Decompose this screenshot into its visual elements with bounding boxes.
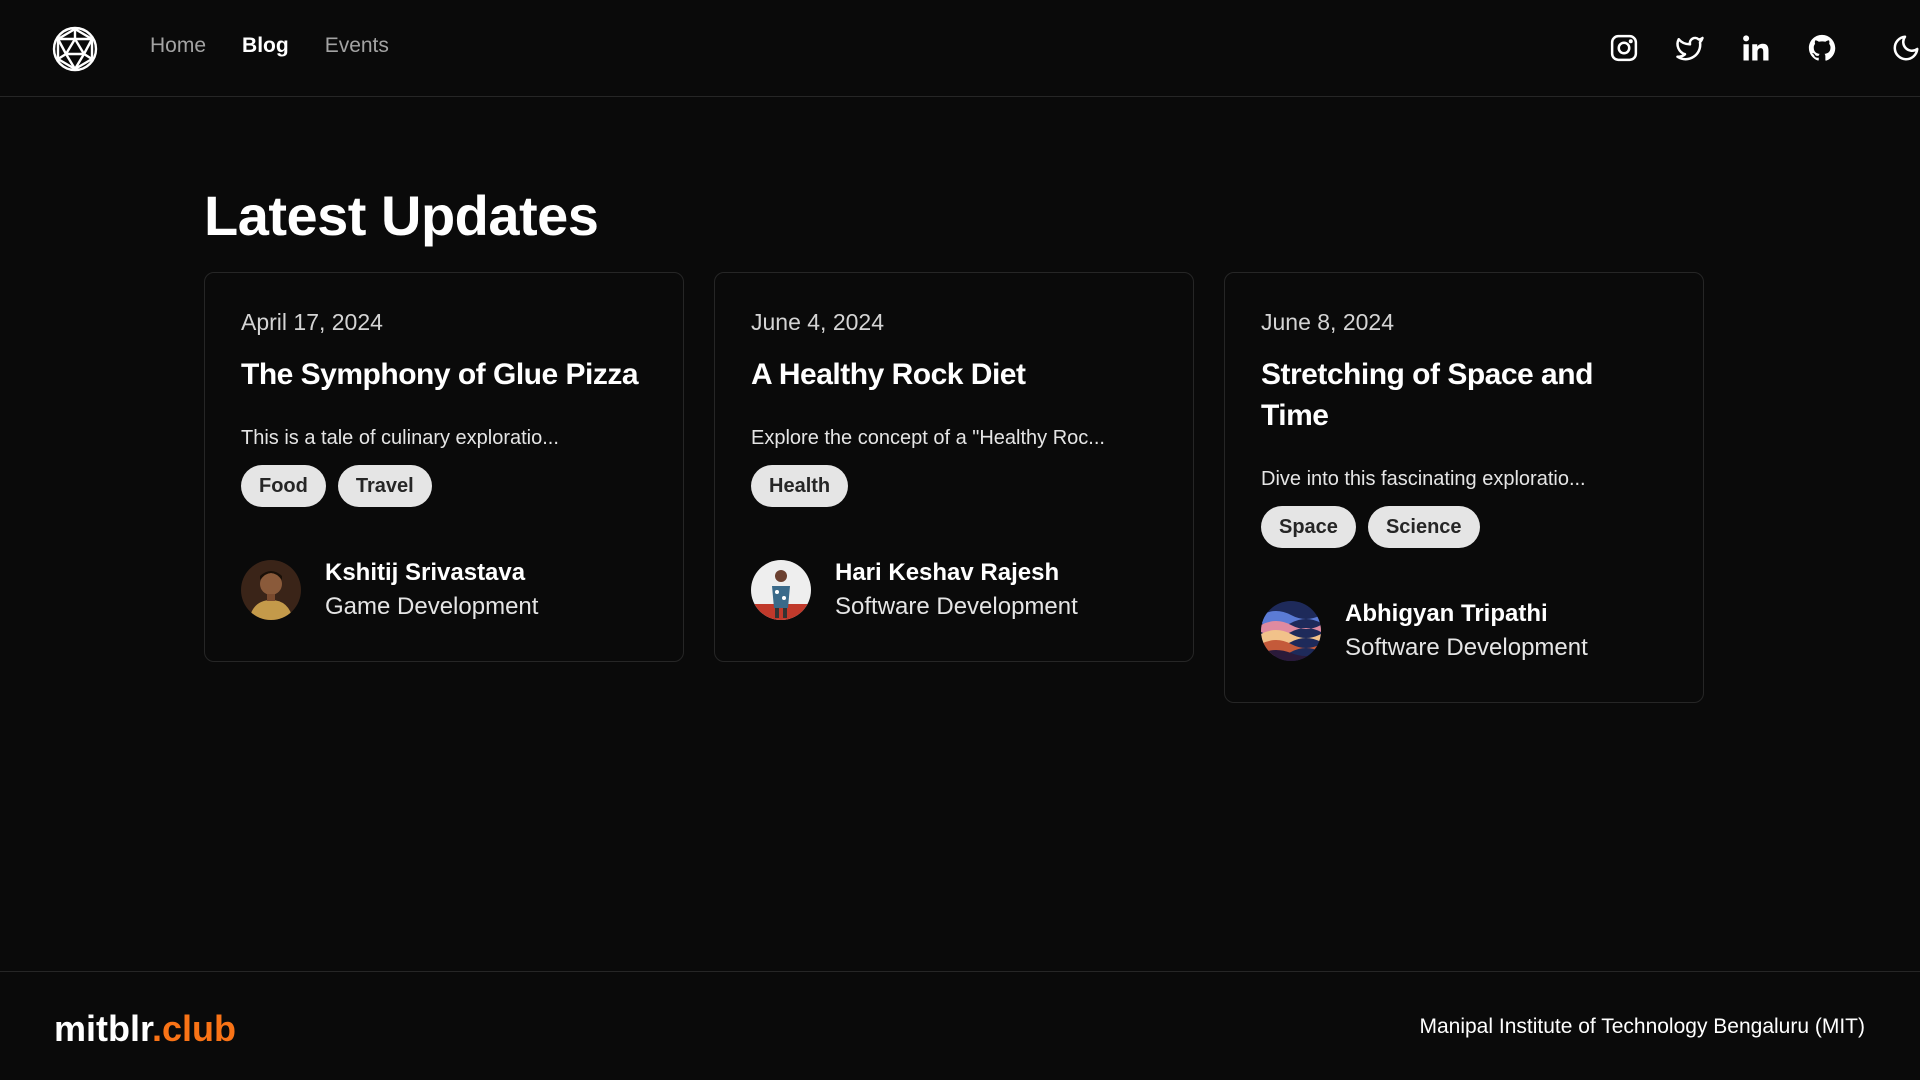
post-excerpt: This is a tale of culinary exploratio...: [241, 427, 559, 449]
author-role: Game Development: [325, 593, 539, 620]
tag-travel[interactable]: Travel: [337, 465, 432, 507]
site-footer: mitblr.club Manipal Institute of Technol…: [0, 971, 1920, 1080]
main-nav: Home Blog Events: [150, 34, 389, 58]
twitter-icon[interactable]: [1674, 32, 1706, 64]
post-author[interactable]: Abhigyan Tripathi Software Development: [1261, 600, 1667, 662]
tag-space[interactable]: Space: [1261, 506, 1356, 548]
brand-accent: .club: [152, 1008, 237, 1049]
author-role: Software Development: [1345, 634, 1588, 661]
nav-blog[interactable]: Blog: [242, 34, 289, 58]
post-tags: Space Science: [1261, 506, 1667, 548]
post-date: June 8, 2024: [1261, 309, 1395, 335]
instagram-icon[interactable]: [1608, 32, 1640, 64]
post-date: June 4, 2024: [751, 309, 885, 335]
post-author[interactable]: Kshitij Srivastava Game Development: [241, 559, 647, 621]
page-title: Latest Updates: [204, 184, 599, 247]
post-tags: Food Travel: [241, 465, 647, 507]
institute-name: Manipal Institute of Technology Bengalur…: [1419, 1015, 1865, 1038]
post-excerpt: Dive into this fascinating exploratio...: [1261, 468, 1586, 490]
post-title[interactable]: Stretching of Space and Time: [1261, 354, 1667, 436]
avatar: [751, 560, 811, 620]
tag-health[interactable]: Health: [751, 465, 849, 507]
post-card[interactable]: June 4, 2024 A Healthy Rock Diet Explore…: [714, 272, 1194, 662]
tag-food[interactable]: Food: [241, 465, 326, 507]
moon-icon[interactable]: [1890, 32, 1920, 64]
brand-main: mitblr: [54, 1008, 153, 1049]
post-date: April 17, 2024: [241, 309, 383, 335]
author-name: Abhigyan Tripathi: [1345, 600, 1548, 627]
tag-science[interactable]: Science: [1367, 506, 1480, 548]
footer-brand[interactable]: mitblr.club: [54, 1008, 236, 1050]
nav-events[interactable]: Events: [325, 34, 389, 58]
author-name: Hari Keshav Rajesh: [835, 559, 1060, 586]
post-title[interactable]: A Healthy Rock Diet: [751, 354, 1157, 395]
post-excerpt: Explore the concept of a "Healthy Roc...: [751, 427, 1105, 449]
post-card[interactable]: April 17, 2024 The Symphony of Glue Pizz…: [204, 272, 684, 662]
nav-home[interactable]: Home: [150, 34, 206, 58]
post-tags: Health: [751, 465, 1157, 507]
post-card[interactable]: June 8, 2024 Stretching of Space and Tim…: [1224, 272, 1704, 703]
linkedin-icon[interactable]: [1740, 32, 1772, 64]
post-author[interactable]: Hari Keshav Rajesh Software Development: [751, 559, 1157, 621]
site-header: Home Blog Events: [0, 0, 1920, 97]
post-title[interactable]: The Symphony of Glue Pizza: [241, 354, 647, 395]
club-logo-icon[interactable]: [51, 25, 99, 73]
avatar: [1261, 601, 1321, 661]
avatar: [241, 560, 301, 620]
github-icon[interactable]: [1806, 32, 1838, 64]
author-role: Software Development: [835, 593, 1078, 620]
author-name: Kshitij Srivastava: [325, 559, 526, 586]
